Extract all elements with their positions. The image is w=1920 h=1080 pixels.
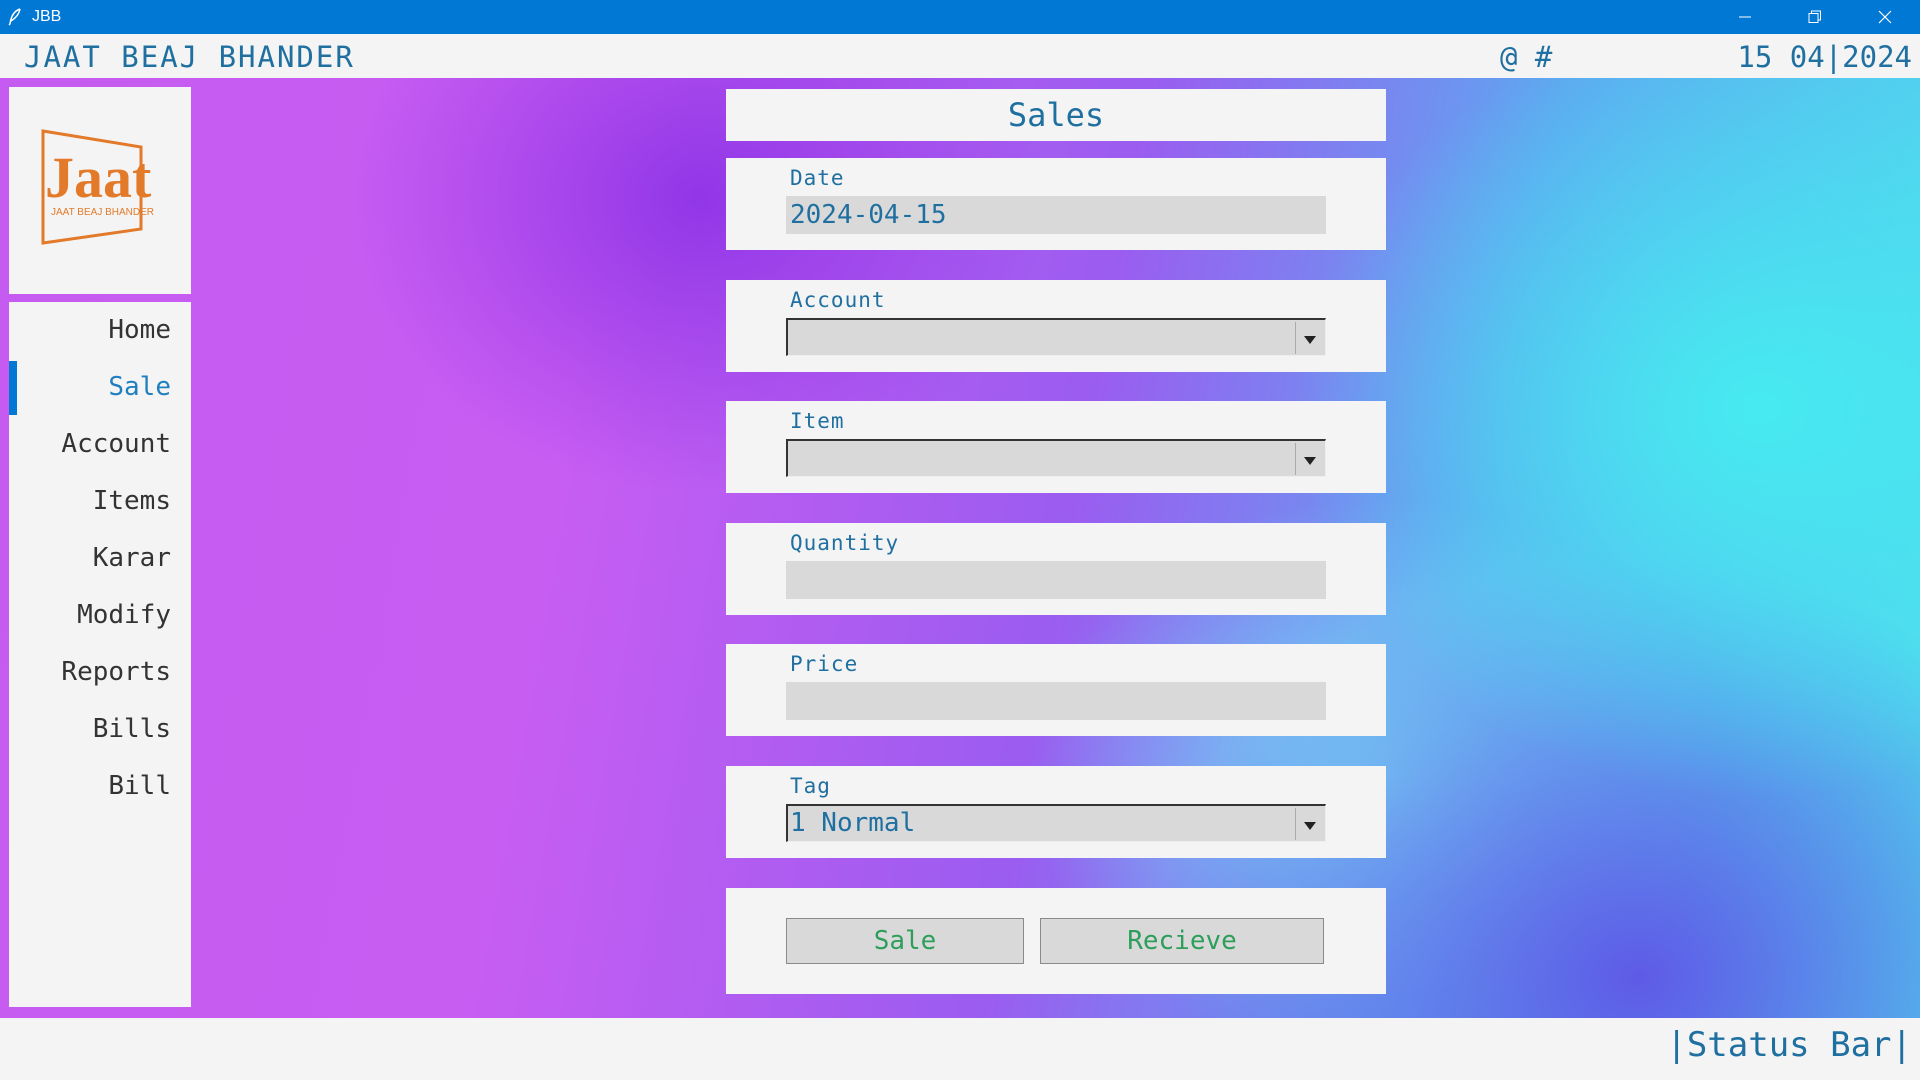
status-text: |Status Bar| (1666, 1025, 1912, 1065)
jaat-logo: Jaat JAAT BEAJ BHANDER (41, 129, 154, 245)
item-dropdown-button[interactable] (1295, 443, 1323, 475)
date-card: Date 2024-04-15 (726, 158, 1386, 250)
app-name: JAAT BEAJ BHANDER (24, 40, 355, 74)
quantity-label: Quantity (790, 531, 900, 555)
sidebar-item-label: Reports (61, 657, 171, 687)
sidebar-item-items[interactable]: Items (9, 473, 191, 529)
tag-label: Tag (790, 774, 831, 798)
sidebar-nav: Home Sale Account Items Karar Modify Rep… (9, 302, 191, 1007)
sidebar-item-label: Account (61, 429, 171, 459)
restore-icon (1808, 10, 1821, 23)
sidebar-item-modify[interactable]: Modify (9, 587, 191, 643)
logo-panel: Jaat JAAT BEAJ BHANDER (9, 87, 191, 294)
status-bar: |Status Bar| (0, 1018, 1920, 1080)
actions-card: Sale Recieve (726, 888, 1386, 994)
date-field[interactable]: 2024-04-15 (786, 196, 1326, 234)
minimize-icon (1739, 16, 1751, 18)
tag-card: Tag 1 Normal (726, 766, 1386, 858)
header-symbols: @ # (1500, 40, 1553, 74)
sidebar-item-bill[interactable]: Bill (9, 758, 191, 814)
tag-select[interactable]: 1 Normal (786, 804, 1326, 842)
active-indicator (9, 361, 17, 415)
sale-button[interactable]: Sale (786, 918, 1024, 964)
sidebar-item-label: Bill (108, 771, 171, 801)
sidebar-item-sale[interactable]: Sale (9, 359, 191, 415)
svg-text:JAAT BEAJ BHANDER: JAAT BEAJ BHANDER (51, 207, 154, 218)
window-title: JBB (32, 8, 62, 25)
page-title: Sales (726, 89, 1386, 141)
chevron-down-icon (1304, 336, 1316, 344)
item-label: Item (790, 409, 845, 433)
sidebar-item-label: Bills (92, 714, 171, 744)
sidebar-item-label: Items (92, 486, 171, 516)
price-label: Price (790, 652, 859, 676)
sidebar-item-home[interactable]: Home (9, 302, 191, 358)
date-label: Date (790, 166, 845, 190)
account-select[interactable] (786, 318, 1326, 356)
app-header: JAAT BEAJ BHANDER @ # 15 04|2024 (0, 34, 1920, 78)
sidebar-item-bills[interactable]: Bills (9, 701, 191, 757)
sidebar-item-karar[interactable]: Karar (9, 530, 191, 586)
header-date: 15 04|2024 (1737, 40, 1912, 74)
sidebar-item-label: Home (108, 315, 171, 345)
tag-dropdown-button[interactable] (1295, 808, 1323, 840)
window-titlebar: JBB (0, 0, 1920, 34)
tag-value: 1 Normal (790, 808, 916, 838)
chevron-down-icon (1304, 822, 1316, 830)
sidebar-item-label: Karar (92, 543, 171, 573)
quantity-card: Quantity (726, 523, 1386, 615)
close-button[interactable] (1850, 0, 1920, 34)
account-label: Account (790, 288, 886, 312)
recieve-button[interactable]: Recieve (1040, 918, 1324, 964)
price-card: Price (726, 644, 1386, 736)
account-card: Account (726, 280, 1386, 372)
item-select[interactable] (786, 439, 1326, 477)
svg-text:Jaat: Jaat (45, 145, 152, 210)
account-dropdown-button[interactable] (1295, 322, 1323, 354)
quantity-field[interactable] (786, 561, 1326, 599)
item-card: Item (726, 401, 1386, 493)
sidebar-item-account[interactable]: Account (9, 416, 191, 472)
minimize-button[interactable] (1710, 0, 1780, 34)
feather-icon (8, 8, 21, 26)
price-field[interactable] (786, 682, 1326, 720)
restore-button[interactable] (1780, 0, 1850, 34)
sidebar-item-label: Sale (108, 372, 171, 402)
chevron-down-icon (1304, 457, 1316, 465)
close-icon (1878, 10, 1892, 24)
sidebar-item-reports[interactable]: Reports (9, 644, 191, 700)
sidebar-item-label: Modify (77, 600, 171, 630)
